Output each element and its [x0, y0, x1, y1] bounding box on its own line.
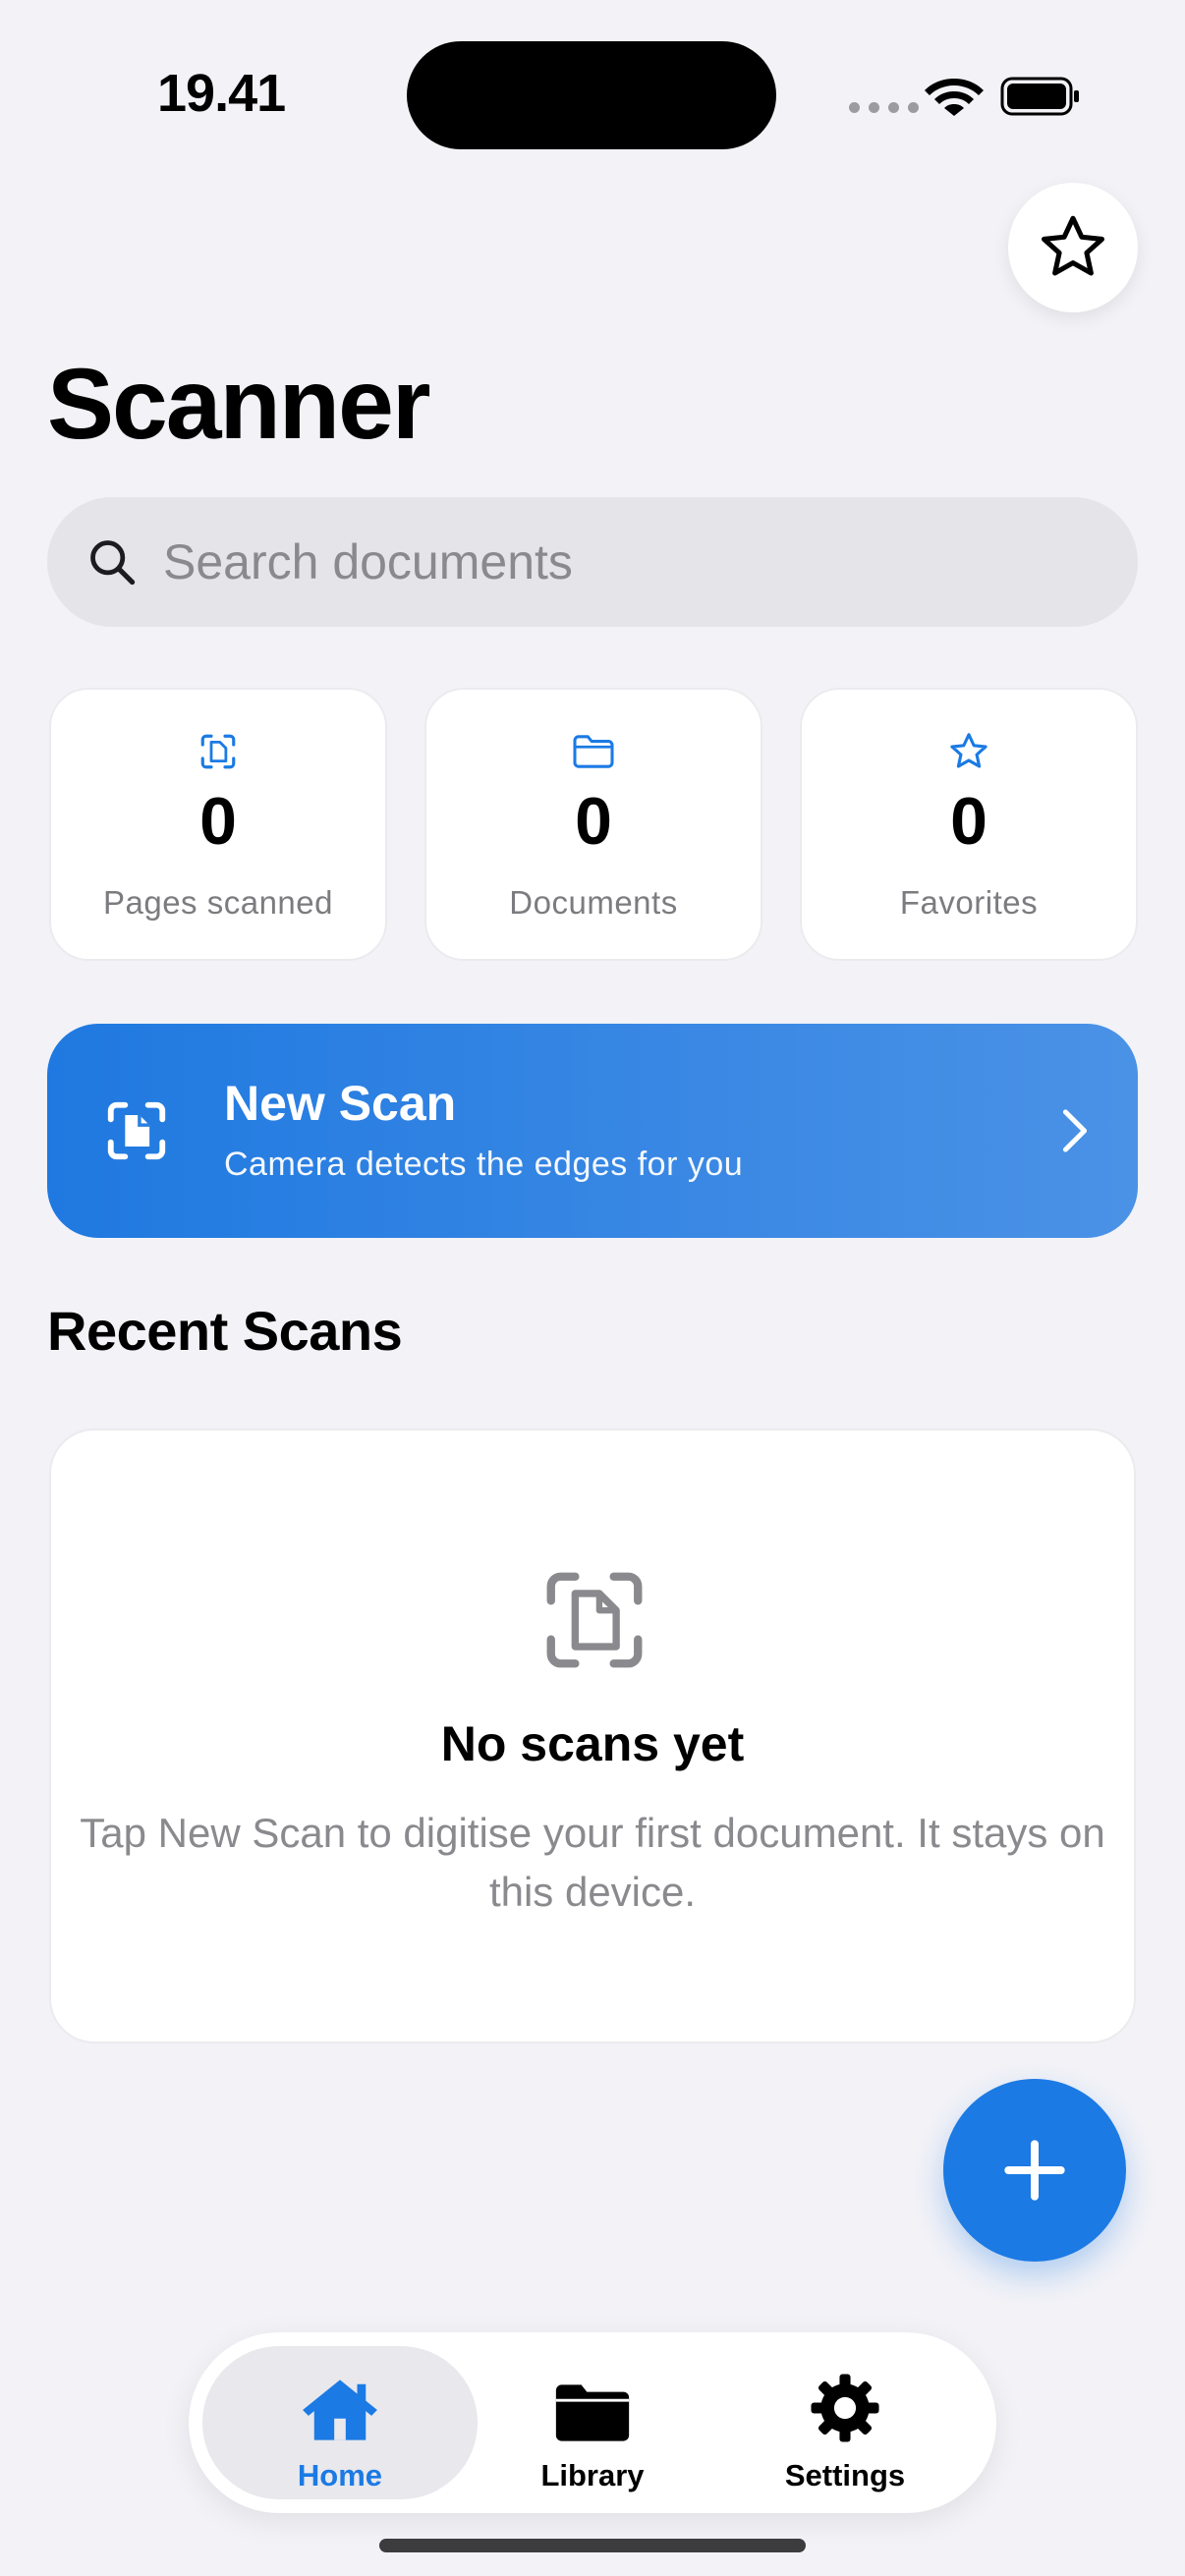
new-scan-subtitle: Camera detects the edges for you: [224, 1145, 744, 1183]
star-icon: [1042, 215, 1104, 276]
folder-icon: [573, 735, 614, 768]
add-scan-button[interactable]: [943, 2079, 1126, 2262]
scan-page-icon: [200, 734, 236, 769]
document-scanner-icon: [107, 1101, 166, 1160]
stat-card-documents: 0 Documents: [424, 688, 762, 961]
search-icon: [90, 540, 136, 586]
status-time: 19.41: [157, 64, 286, 123]
tab-home[interactable]: Home: [202, 2346, 478, 2499]
tab-library[interactable]: Library: [455, 2346, 730, 2499]
battery-icon: [1000, 77, 1079, 116]
stat-value: 0: [199, 784, 237, 859]
stat-label: Documents: [509, 884, 678, 921]
plus-icon: [1004, 2140, 1065, 2201]
star-icon: [950, 733, 988, 768]
empty-state-title: No scans yet: [440, 1716, 745, 1771]
stat-card-favorites: 0 Favorites: [800, 688, 1138, 961]
tab-bar: Home Library Settings: [189, 2332, 996, 2513]
stat-card-pages-scanned: 0 Pages scanned: [49, 688, 387, 961]
tab-label: Settings: [784, 2458, 906, 2492]
cellular-signal-icon: [849, 102, 919, 113]
dynamic-island: [407, 41, 776, 149]
search-bar[interactable]: [47, 497, 1138, 627]
wifi-icon: [925, 79, 984, 116]
gear-icon: [811, 2374, 879, 2442]
empty-state-message: Tap New Scan to digitise your first docu…: [80, 1810, 1105, 1915]
stat-label: Favorites: [899, 884, 1039, 921]
chevron-right-icon: [1062, 1109, 1088, 1152]
tab-settings[interactable]: Settings: [707, 2346, 983, 2499]
home-indicator: [379, 2539, 806, 2552]
tab-label: Library: [540, 2458, 645, 2492]
folder-icon: [555, 2384, 630, 2441]
stat-label: Pages scanned: [102, 884, 333, 921]
house-icon: [303, 2380, 377, 2440]
tab-label: Home: [297, 2458, 383, 2492]
document-scanner-icon: [546, 1572, 643, 1668]
stat-value: 0: [575, 784, 612, 859]
empty-state-card: No scans yet Tap New Scan to digitise yo…: [49, 1428, 1136, 2044]
new-scan-title: New Scan: [224, 1075, 457, 1131]
recent-scans-heading: Recent Scans: [47, 1300, 403, 1362]
favorites-button[interactable]: [1008, 183, 1138, 312]
search-input[interactable]: [163, 533, 1047, 590]
page-title: Scanner: [47, 348, 431, 460]
new-scan-button[interactable]: New Scan Camera detects the edges for yo…: [47, 1024, 1138, 1238]
stat-value: 0: [950, 784, 988, 859]
